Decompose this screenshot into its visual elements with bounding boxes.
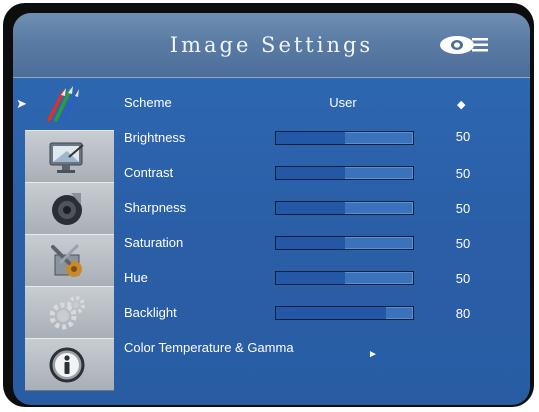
submenu-arrow-icon[interactable]: ► [368,347,378,363]
brightness-label: Brightness [124,130,186,145]
gears-icon [49,296,85,330]
scheme-value[interactable]: User [313,95,373,111]
sidebar: ➤ [13,78,116,405]
paint-brushes-icon [47,86,79,122]
selection-pointer-icon: ➤ [16,96,27,111]
tab-display[interactable] [25,130,114,183]
projector-icon [440,36,488,54]
osd-frame: Image Settings ➤ Scheme User ◆ Brightnes… [3,3,534,407]
hue-value: 50 [455,271,471,286]
osd-panel: Image Settings ➤ Scheme User ◆ Brightnes… [13,13,530,405]
saturation-slider-fill [276,237,345,249]
brightness-slider[interactable] [275,131,414,145]
saturation-label: Saturation [124,235,184,250]
scheme-label: Scheme [124,95,172,110]
sharpness-label: Sharpness [124,200,187,215]
tools-icon [51,244,82,277]
tab-audio[interactable] [25,182,114,235]
tab-image-settings[interactable]: ➤ [13,78,116,129]
sharpness-value: 50 [455,201,471,216]
hue-slider-fill [276,272,345,284]
sharpness-slider-fill [276,202,345,214]
color-temperature-gamma-item[interactable]: Color Temperature & Gamma [124,340,294,356]
info-icon [49,347,85,383]
brightness-slider-fill [276,132,345,144]
saturation-value: 50 [455,236,471,251]
tab-setup[interactable] [25,234,114,287]
contrast-value: 50 [455,166,471,181]
left-right-arrows-icon[interactable]: ◆ [457,97,465,113]
contrast-slider-fill [276,167,345,179]
osd-header: Image Settings [13,13,530,78]
backlight-label: Backlight [124,305,177,320]
sharpness-slider[interactable] [275,201,414,215]
saturation-slider[interactable] [275,236,414,250]
tab-information[interactable] [25,338,114,391]
monitor-icon [49,142,84,173]
hue-label: Hue [124,270,148,285]
speaker-icon [52,193,82,225]
contrast-label: Contrast [124,165,174,180]
hue-slider[interactable] [275,271,414,285]
contrast-slider[interactable] [275,166,414,180]
tab-advanced[interactable] [25,286,114,339]
brightness-value: 50 [455,129,471,144]
backlight-slider[interactable] [275,306,414,320]
backlight-value: 80 [455,306,471,321]
backlight-slider-fill [276,307,386,319]
